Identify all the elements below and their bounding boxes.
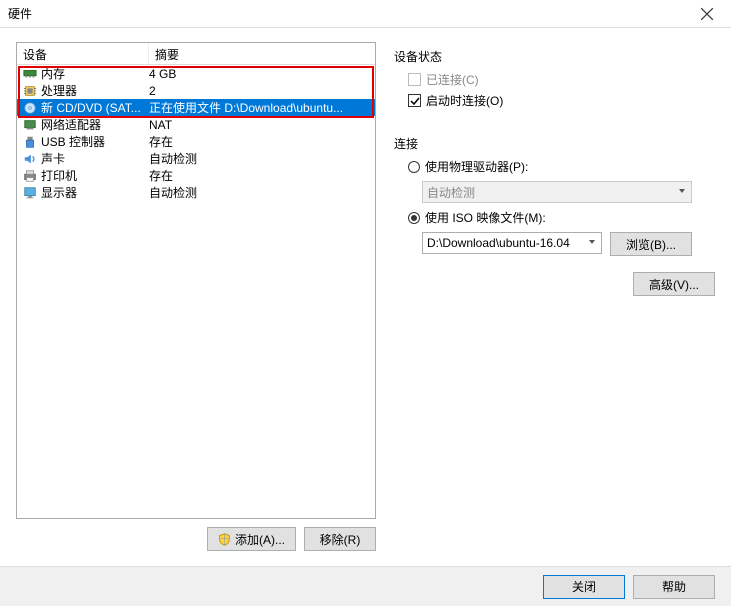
window-title: 硬件 bbox=[8, 5, 687, 22]
iso-path-combo[interactable]: D:\Download\ubuntu-16.04 bbox=[422, 232, 602, 254]
table-header: 设备 摘要 bbox=[17, 43, 375, 65]
connect-at-power-checkbox-row[interactable]: 启动时连接(O) bbox=[408, 92, 715, 109]
table-row[interactable]: 打印机存在 bbox=[17, 167, 375, 184]
advanced-button-label: 高级(V)... bbox=[649, 276, 699, 293]
printer-icon bbox=[21, 169, 39, 183]
device-summary: 存在 bbox=[149, 167, 371, 184]
usb-icon bbox=[21, 135, 39, 149]
close-button[interactable] bbox=[687, 1, 727, 27]
header-device[interactable]: 设备 bbox=[17, 43, 149, 64]
device-status-label: 设备状态 bbox=[394, 48, 715, 65]
close-dialog-label: 关闭 bbox=[572, 578, 596, 595]
right-panel: 设备状态 已连接(C) 启动时连接(O) 连接 使用物理驱动器(P): 自动检测… bbox=[394, 42, 715, 560]
table-row[interactable]: 显示器自动检测 bbox=[17, 184, 375, 201]
help-button[interactable]: 帮助 bbox=[633, 575, 715, 599]
device-name: USB 控制器 bbox=[39, 133, 149, 150]
left-button-row: 添加(A)... 移除(R) bbox=[16, 519, 376, 551]
device-list-frame: 设备 摘要 内存4 GB处理器2新 CD/DVD (SAT...正在使用文件 D… bbox=[16, 42, 376, 519]
advanced-button[interactable]: 高级(V)... bbox=[633, 272, 715, 296]
device-summary: 正在使用文件 D:\Download\ubuntu... bbox=[149, 99, 371, 116]
device-name: 打印机 bbox=[39, 167, 149, 184]
device-name: 显示器 bbox=[39, 184, 149, 201]
device-name: 处理器 bbox=[39, 82, 149, 99]
iso-path-value: D:\Download\ubuntu-16.04 bbox=[427, 236, 570, 250]
connected-checkbox-row[interactable]: 已连接(C) bbox=[408, 71, 715, 88]
remove-button[interactable]: 移除(R) bbox=[304, 527, 376, 551]
cd-icon bbox=[21, 101, 39, 115]
device-name: 声卡 bbox=[39, 150, 149, 167]
table-row[interactable]: 声卡自动检测 bbox=[17, 150, 375, 167]
table-row[interactable]: 网络适配器NAT bbox=[17, 116, 375, 133]
add-button-label: 添加(A)... bbox=[235, 531, 285, 548]
device-summary: 自动检测 bbox=[149, 184, 371, 201]
shield-icon bbox=[218, 533, 231, 546]
table-row[interactable]: 内存4 GB bbox=[17, 65, 375, 82]
table-row[interactable]: 新 CD/DVD (SAT...正在使用文件 D:\Download\ubunt… bbox=[17, 99, 375, 116]
main-content: 设备 摘要 内存4 GB处理器2新 CD/DVD (SAT...正在使用文件 D… bbox=[0, 28, 731, 560]
physical-drive-radio-row[interactable]: 使用物理驱动器(P): bbox=[408, 158, 715, 175]
connected-checkbox bbox=[408, 73, 421, 86]
close-dialog-button[interactable]: 关闭 bbox=[543, 575, 625, 599]
sound-icon bbox=[21, 152, 39, 166]
physical-drive-value: 自动检测 bbox=[427, 184, 475, 201]
check-icon bbox=[410, 96, 420, 106]
connected-label: 已连接(C) bbox=[426, 71, 479, 88]
header-summary[interactable]: 摘要 bbox=[149, 43, 375, 64]
table-row[interactable]: 处理器2 bbox=[17, 82, 375, 99]
iso-radio-row[interactable]: 使用 ISO 映像文件(M): bbox=[408, 209, 715, 226]
chevron-down-icon bbox=[587, 237, 597, 247]
help-button-label: 帮助 bbox=[662, 578, 686, 595]
device-summary: 存在 bbox=[149, 133, 371, 150]
device-summary: 2 bbox=[149, 84, 371, 98]
browse-button[interactable]: 浏览(B)... bbox=[610, 232, 692, 256]
remove-button-label: 移除(R) bbox=[320, 531, 361, 548]
footer: 关闭 帮助 bbox=[0, 566, 731, 606]
browse-button-label: 浏览(B)... bbox=[626, 236, 676, 253]
net-icon bbox=[21, 118, 39, 132]
chevron-down-icon bbox=[677, 186, 687, 196]
close-icon bbox=[700, 7, 714, 21]
cpu-icon bbox=[21, 84, 39, 98]
device-name: 网络适配器 bbox=[39, 116, 149, 133]
titlebar: 硬件 bbox=[0, 0, 731, 28]
connect-at-power-checkbox bbox=[408, 94, 421, 107]
iso-label: 使用 ISO 映像文件(M): bbox=[425, 209, 546, 226]
physical-drive-radio bbox=[408, 161, 420, 173]
device-name: 新 CD/DVD (SAT... bbox=[39, 99, 149, 116]
left-panel: 设备 摘要 内存4 GB处理器2新 CD/DVD (SAT...正在使用文件 D… bbox=[16, 42, 376, 560]
device-name: 内存 bbox=[39, 65, 149, 82]
iso-radio bbox=[408, 212, 420, 224]
memory-icon bbox=[21, 67, 39, 81]
physical-drive-combo: 自动检测 bbox=[422, 181, 692, 203]
device-summary: 4 GB bbox=[149, 67, 371, 81]
display-icon bbox=[21, 186, 39, 200]
connection-label: 连接 bbox=[394, 135, 715, 152]
device-summary: 自动检测 bbox=[149, 150, 371, 167]
add-button[interactable]: 添加(A)... bbox=[207, 527, 296, 551]
table-body: 内存4 GB处理器2新 CD/DVD (SAT...正在使用文件 D:\Down… bbox=[17, 65, 375, 201]
physical-drive-label: 使用物理驱动器(P): bbox=[425, 158, 528, 175]
connect-at-power-label: 启动时连接(O) bbox=[426, 92, 503, 109]
table-row[interactable]: USB 控制器存在 bbox=[17, 133, 375, 150]
device-summary: NAT bbox=[149, 118, 371, 132]
